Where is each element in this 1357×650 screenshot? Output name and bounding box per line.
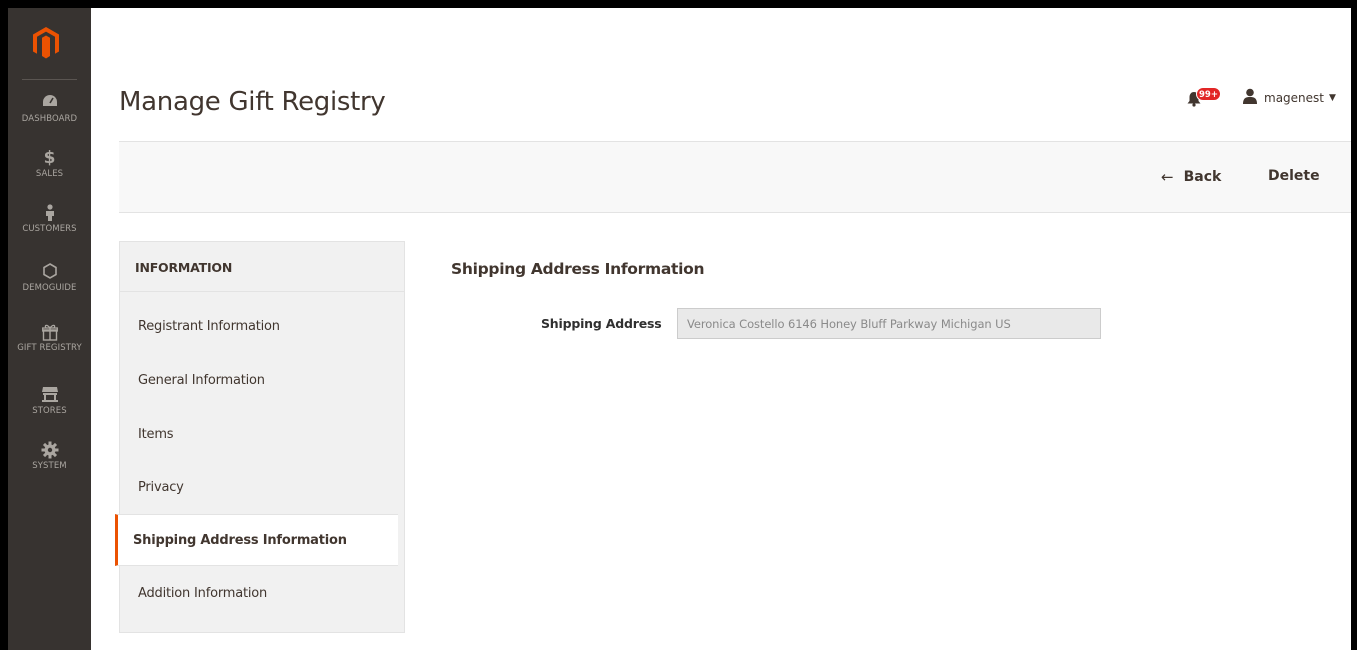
- page-actions-bar: ← Back Delete: [119, 141, 1351, 213]
- user-icon: [1242, 88, 1258, 108]
- gift-icon: [8, 323, 91, 341]
- user-account-menu[interactable]: magenest ▼: [1242, 88, 1336, 108]
- menu-item-stores[interactable]: STORES: [8, 386, 91, 416]
- menu-item-customers[interactable]: CUSTOMERS: [8, 204, 91, 234]
- username: magenest: [1264, 91, 1324, 105]
- menu-item-demoguide[interactable]: DEMOGUIDE: [8, 263, 91, 293]
- page-title: Manage Gift Registry: [119, 87, 386, 117]
- menu-item-gift-registry[interactable]: GIFT REGISTRY: [8, 323, 91, 353]
- tab-addition-information[interactable]: Addition Information: [120, 568, 406, 620]
- tab-shipping-address-information[interactable]: Shipping Address Information: [115, 514, 398, 566]
- menu-label: CUSTOMERS: [22, 224, 77, 234]
- menu-divider: [22, 79, 77, 80]
- admin-page: DASHBOARD $ SALES CUSTOMERS DEMOGUIDE GI…: [8, 8, 1351, 650]
- information-tabs: INFORMATION Registrant Information Gener…: [115, 241, 406, 633]
- menu-item-dashboard[interactable]: DASHBOARD: [8, 94, 91, 124]
- menu-label: DEMOGUIDE: [22, 283, 77, 293]
- dashboard-icon: [8, 94, 91, 112]
- menu-label: GIFT REGISTRY: [17, 343, 82, 353]
- menu-label: SALES: [35, 169, 64, 179]
- shipping-address-label: Shipping Address: [541, 316, 662, 331]
- tab-general-information[interactable]: General Information: [120, 355, 406, 407]
- tab-privacy[interactable]: Privacy: [120, 462, 406, 514]
- notifications-count-badge: 99+: [1196, 87, 1221, 101]
- tab-items[interactable]: Items: [120, 409, 406, 461]
- section-title: Shipping Address Information: [451, 260, 705, 278]
- notifications-button[interactable]: 99+: [1186, 87, 1221, 108]
- hexagon-icon: [8, 263, 91, 281]
- gear-icon: [8, 441, 91, 459]
- tabs-title: INFORMATION: [120, 242, 404, 292]
- menu-label: STORES: [32, 406, 67, 416]
- menu-item-sales[interactable]: $ SALES: [8, 149, 91, 179]
- menu-label: SYSTEM: [32, 461, 67, 471]
- magento-logo-icon[interactable]: [32, 26, 60, 60]
- menu-item-system[interactable]: SYSTEM: [8, 441, 91, 471]
- admin-menu: DASHBOARD $ SALES CUSTOMERS DEMOGUIDE GI…: [8, 8, 91, 650]
- customer-icon: [8, 204, 91, 222]
- arrow-left-icon: ←: [1161, 168, 1174, 186]
- menu-label: DASHBOARD: [21, 114, 78, 124]
- store-icon: [8, 386, 91, 404]
- back-button-label: Back: [1183, 169, 1222, 185]
- shipping-address-field[interactable]: [677, 308, 1101, 339]
- back-button[interactable]: ← Back: [1161, 168, 1221, 186]
- tab-registrant-information[interactable]: Registrant Information: [120, 301, 406, 353]
- delete-button[interactable]: Delete: [1268, 168, 1320, 184]
- dollar-icon: $: [43, 148, 56, 168]
- caret-down-icon: ▼: [1329, 93, 1336, 103]
